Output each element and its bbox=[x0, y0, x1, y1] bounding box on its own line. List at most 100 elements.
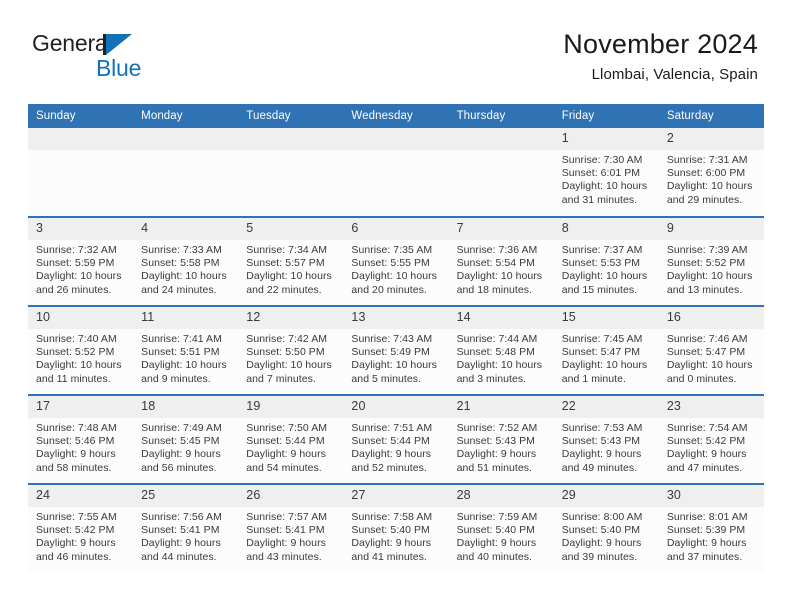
daylight-text-line2: and 41 minutes. bbox=[351, 550, 427, 563]
calendar-day-cell[interactable]: 29 Sunrise: 8:00 AM Sunset: 5:40 PM Dayligh… bbox=[553, 483, 659, 573]
calendar-day-cell[interactable]: 8 Sunrise: 7:37 AM Sunset: 5:53 PM Daylight… bbox=[553, 216, 659, 306]
day-number: 11 bbox=[133, 307, 239, 329]
day-number: 28 bbox=[448, 485, 554, 507]
sunrise-text: Sunrise: 7:45 AM bbox=[561, 333, 643, 345]
calendar-day-cell[interactable]: 19 Sunrise: 7:50 AM Sunset: 5:44 PM Dayligh… bbox=[238, 394, 344, 484]
day-number: 22 bbox=[553, 396, 659, 418]
daylight-text-line1: Daylight: 9 hours bbox=[36, 537, 116, 550]
daylight-text-line2: and 3 minutes. bbox=[456, 372, 527, 385]
daylight-text-line2: and 44 minutes. bbox=[141, 550, 217, 563]
daylight-text-line2: and 52 minutes. bbox=[351, 461, 427, 474]
calendar-day-cell[interactable]: 11 Sunrise: 7:41 AM Sunset: 5:51 PM Dayligh… bbox=[133, 305, 239, 395]
calendar-day-cell[interactable]: 2 Sunrise: 7:31 AM Sunset: 6:00 PM Daylight… bbox=[658, 128, 764, 217]
calendar-day-cell[interactable]: 7 Sunrise: 7:36 AM Sunset: 5:54 PM Daylight… bbox=[448, 216, 554, 306]
weekday-header-saturday: Saturday bbox=[658, 104, 764, 128]
daylight-text-line1: Daylight: 10 hours bbox=[456, 270, 543, 283]
calendar-day-cell[interactable]: 28 Sunrise: 7:59 AM Sunset: 5:40 PM Dayligh… bbox=[448, 483, 554, 573]
daylight-text-line1: Daylight: 9 hours bbox=[666, 537, 747, 550]
sunset-text: Sunset: 6:00 PM bbox=[666, 167, 746, 180]
calendar-day-cell[interactable]: 21 Sunrise: 7:52 AM Sunset: 5:43 PM Dayligh… bbox=[448, 394, 554, 484]
calendar-day-cell[interactable]: 10 Sunrise: 7:40 AM Sunset: 5:52 PM Dayligh… bbox=[28, 305, 134, 395]
day-number: 23 bbox=[658, 396, 764, 418]
day-number: 7 bbox=[448, 218, 554, 240]
weekday-header-tuesday: Tuesday bbox=[238, 104, 344, 128]
daylight-text-line1: Daylight: 10 hours bbox=[36, 270, 122, 283]
calendar-day-cell[interactable]: 22 Sunrise: 7:53 AM Sunset: 5:43 PM Dayligh… bbox=[553, 394, 659, 484]
sunset-text: Sunset: 5:47 PM bbox=[666, 346, 746, 359]
day-details: Sunrise: 7:56 AM Sunset: 5:41 PM Daylight:… bbox=[133, 507, 238, 564]
calendar-day-cell[interactable]: 6 Sunrise: 7:35 AM Sunset: 5:55 PM Daylight… bbox=[343, 216, 449, 306]
daylight-text-line1: Daylight: 10 hours bbox=[666, 180, 753, 193]
calendar-day-cell[interactable]: 23 Sunrise: 7:54 AM Sunset: 5:42 PM Dayligh… bbox=[658, 394, 764, 484]
calendar-day-cell[interactable]: 24 Sunrise: 7:55 AM Sunset: 5:42 PM Dayligh… bbox=[28, 483, 134, 573]
sunrise-text: Sunrise: 7:31 AM bbox=[666, 154, 748, 166]
sunrise-text: Sunrise: 7:43 AM bbox=[351, 333, 433, 345]
sunrise-text: Sunrise: 7:34 AM bbox=[246, 244, 328, 256]
sunset-text: Sunset: 5:58 PM bbox=[141, 257, 220, 270]
day-number: 29 bbox=[553, 485, 659, 507]
daylight-text-line1: Daylight: 10 hours bbox=[561, 359, 648, 372]
sunrise-text: Sunrise: 7:54 AM bbox=[666, 422, 748, 434]
calendar-day-cell[interactable]: 1 Sunrise: 7:30 AM Sunset: 6:01 PM Daylight… bbox=[553, 128, 659, 217]
brand-triangle-icon bbox=[106, 34, 132, 55]
sunrise-text: Sunrise: 8:00 AM bbox=[561, 511, 643, 523]
calendar-day-cell[interactable]: 16 Sunrise: 7:46 AM Sunset: 5:47 PM Dayligh… bbox=[658, 305, 764, 395]
calendar-day-cell[interactable]: 25 Sunrise: 7:56 AM Sunset: 5:41 PM Dayligh… bbox=[133, 483, 239, 573]
daylight-text-line2: and 46 minutes. bbox=[36, 550, 112, 563]
sunrise-text: Sunrise: 7:42 AM bbox=[246, 333, 328, 345]
daylight-text-line1: Daylight: 9 hours bbox=[141, 448, 221, 461]
calendar-day-cell[interactable]: 20 Sunrise: 7:51 AM Sunset: 5:44 PM Dayligh… bbox=[343, 394, 449, 484]
sunset-text: Sunset: 5:40 PM bbox=[456, 524, 535, 537]
day-details: Sunrise: 7:48 AM Sunset: 5:46 PM Daylight:… bbox=[28, 418, 133, 475]
calendar-day-cell[interactable]: 27 Sunrise: 7:58 AM Sunset: 5:40 PM Dayligh… bbox=[343, 483, 449, 573]
calendar-day-cell[interactable]: 9 Sunrise: 7:39 AM Sunset: 5:52 PM Daylight… bbox=[658, 216, 764, 306]
calendar-header-row: Sunday Monday Tuesday Wednesday Thursday Frid… bbox=[28, 104, 764, 128]
sunrise-text: Sunrise: 7:55 AM bbox=[36, 511, 117, 523]
day-number: 12 bbox=[238, 307, 344, 329]
day-number: 18 bbox=[133, 396, 239, 418]
sunset-text: Sunset: 5:59 PM bbox=[36, 257, 115, 270]
sunrise-text: Sunrise: 7:56 AM bbox=[141, 511, 222, 523]
calendar-day-cell[interactable]: 17 Sunrise: 7:48 AM Sunset: 5:46 PM Dayligh… bbox=[28, 394, 134, 484]
sunrise-text: Sunrise: 7:53 AM bbox=[561, 422, 643, 434]
calendar-day-cell[interactable]: 18 Sunrise: 7:49 AM Sunset: 5:45 PM Dayligh… bbox=[133, 394, 239, 484]
daylight-text-line2: and 49 minutes. bbox=[561, 461, 638, 474]
daylight-text-line1: Daylight: 9 hours bbox=[351, 448, 432, 461]
calendar-day-cell[interactable]: 26 Sunrise: 7:57 AM Sunset: 5:41 PM Dayligh… bbox=[238, 483, 344, 573]
daylight-text-line1: Daylight: 10 hours bbox=[351, 270, 437, 283]
daylight-text-line1: Daylight: 10 hours bbox=[561, 180, 648, 193]
sunrise-text: Sunrise: 7:58 AM bbox=[351, 511, 433, 523]
sunset-text: Sunset: 5:42 PM bbox=[36, 524, 115, 537]
daylight-text-line2: and 26 minutes. bbox=[36, 283, 112, 296]
sunset-text: Sunset: 5:43 PM bbox=[561, 435, 641, 448]
calendar-day-cell[interactable]: 30 Sunrise: 8:01 AM Sunset: 5:39 PM Dayligh… bbox=[658, 483, 764, 573]
calendar-week-row: 17 Sunrise: 7:48 AM Sunset: 5:46 PM Dayligh… bbox=[28, 394, 764, 484]
calendar-day-cell[interactable]: 13 Sunrise: 7:43 AM Sunset: 5:49 PM Dayligh… bbox=[343, 305, 449, 395]
calendar-day-cell[interactable]: 5 Sunrise: 7:34 AM Sunset: 5:57 PM Daylight… bbox=[238, 216, 344, 306]
day-details: Sunrise: 7:42 AM Sunset: 5:50 PM Daylight:… bbox=[238, 329, 343, 386]
day-details: Sunrise: 7:31 AM Sunset: 6:00 PM Daylight:… bbox=[659, 150, 764, 207]
daylight-text-line1: Daylight: 10 hours bbox=[666, 270, 753, 283]
day-number: 8 bbox=[553, 218, 659, 240]
brand-logo[interactable]: General Blue bbox=[32, 30, 212, 86]
day-details: Sunrise: 7:59 AM Sunset: 5:40 PM Daylight:… bbox=[449, 507, 554, 564]
sunset-text: Sunset: 5:40 PM bbox=[561, 524, 641, 537]
calendar-day-cell-empty bbox=[448, 128, 554, 217]
sunset-text: Sunset: 5:39 PM bbox=[666, 524, 746, 537]
day-number: 30 bbox=[658, 485, 764, 507]
daylight-text-line1: Daylight: 10 hours bbox=[666, 359, 753, 372]
calendar-day-cell[interactable]: 15 Sunrise: 7:45 AM Sunset: 5:47 PM Dayligh… bbox=[553, 305, 659, 395]
calendar-day-cell[interactable]: 12 Sunrise: 7:42 AM Sunset: 5:50 PM Dayligh… bbox=[238, 305, 344, 395]
day-details: Sunrise: 7:36 AM Sunset: 5:54 PM Daylight:… bbox=[449, 240, 554, 297]
calendar-day-cell[interactable]: 3 Sunrise: 7:32 AM Sunset: 5:59 PM Daylight… bbox=[28, 216, 134, 306]
day-details: Sunrise: 7:41 AM Sunset: 5:51 PM Daylight:… bbox=[133, 329, 238, 386]
daylight-text-line2: and 56 minutes. bbox=[141, 461, 217, 474]
calendar-day-cell-empty bbox=[28, 128, 134, 217]
sunset-text: Sunset: 5:53 PM bbox=[561, 257, 641, 270]
day-number: 20 bbox=[343, 396, 449, 418]
day-number: 21 bbox=[448, 396, 554, 418]
calendar-day-cell[interactable]: 4 Sunrise: 7:33 AM Sunset: 5:58 PM Daylight… bbox=[133, 216, 239, 306]
calendar-day-cell[interactable]: 14 Sunrise: 7:44 AM Sunset: 5:48 PM Dayligh… bbox=[448, 305, 554, 395]
calendar-week-row: 1 Sunrise: 7:30 AM Sunset: 6:01 PM Daylight… bbox=[28, 128, 764, 217]
day-details: Sunrise: 8:01 AM Sunset: 5:39 PM Daylight:… bbox=[659, 507, 764, 564]
